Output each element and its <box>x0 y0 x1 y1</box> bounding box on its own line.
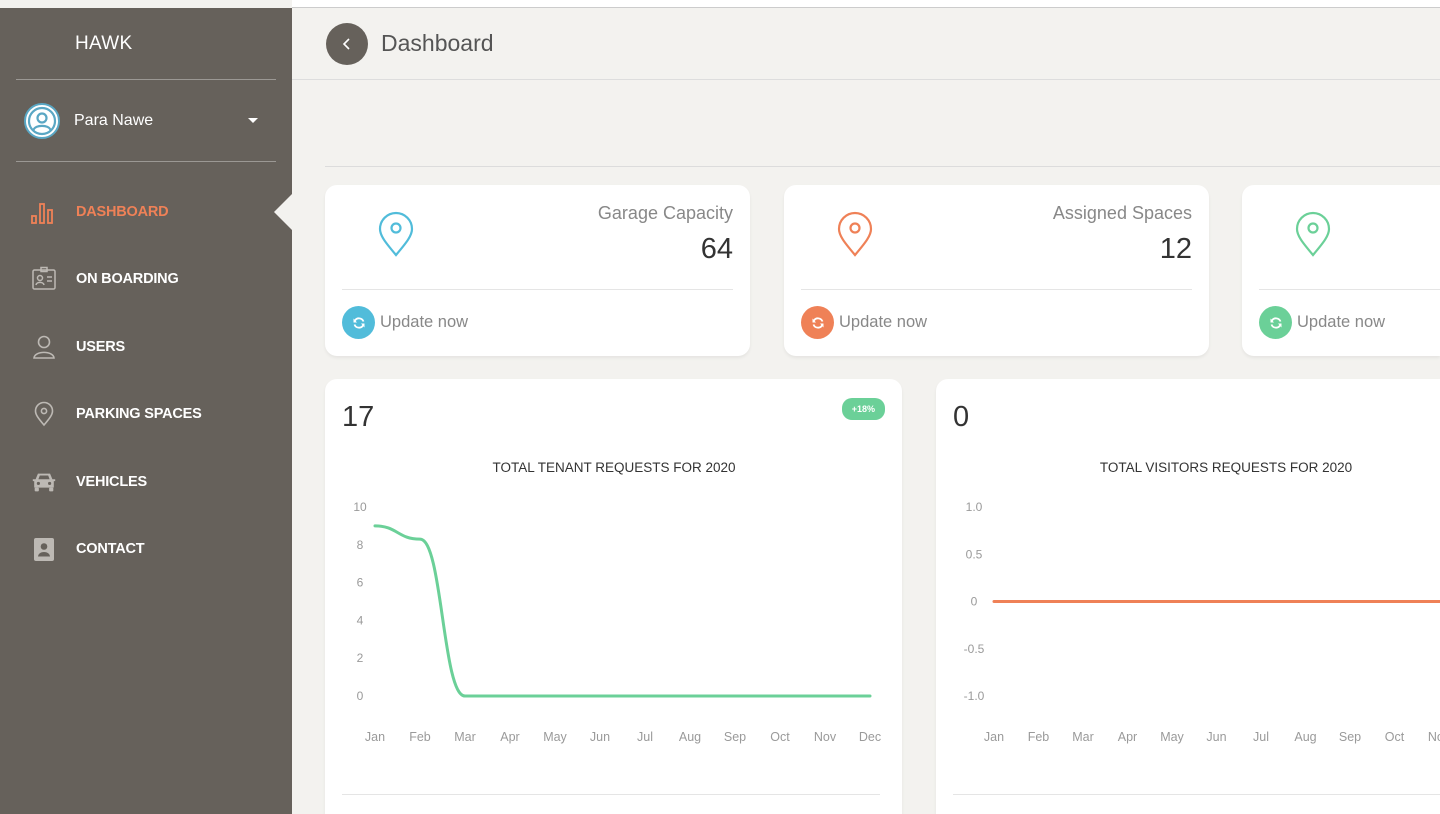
y-tick-label: 4 <box>357 613 364 627</box>
update-now-link[interactable]: Update now <box>1259 306 1385 339</box>
stat-divider <box>1259 289 1440 290</box>
x-tick-label: Feb <box>1028 730 1050 744</box>
chevron-down-icon[interactable] <box>248 118 258 123</box>
x-tick-label: Dec <box>859 730 881 744</box>
user-icon <box>30 333 58 361</box>
x-tick-label: Oct <box>1385 730 1405 744</box>
section-divider <box>325 166 1440 167</box>
user-menu[interactable]: Para Nawe <box>16 80 276 162</box>
y-tick-label: 0.5 <box>966 547 983 561</box>
y-tick-label: 0 <box>357 689 364 703</box>
id-badge-icon <box>30 265 58 293</box>
bar-chart-icon <box>30 198 58 226</box>
x-tick-label: May <box>543 730 567 744</box>
refresh-icon <box>1259 306 1292 339</box>
sidebar-item-label: USERS <box>76 338 125 355</box>
stat-divider <box>801 289 1192 290</box>
sidebar: HAWK Para Nawe DASHBOARD ON BOARDING USE… <box>0 8 292 814</box>
stat-value: 64 <box>700 233 733 265</box>
active-indicator <box>274 193 292 230</box>
x-tick-label: Jan <box>984 730 1004 744</box>
x-tick-label: Oct <box>770 730 790 744</box>
x-tick-label: Jul <box>1253 730 1269 744</box>
refresh-icon <box>342 306 375 339</box>
y-tick-label: -0.5 <box>964 642 985 656</box>
update-now-text: Update now <box>1297 313 1386 331</box>
sidebar-item-label: ON BOARDING <box>76 271 179 288</box>
map-pin-icon <box>378 211 414 257</box>
stat-label: Assigned Spaces <box>1052 203 1192 223</box>
x-tick-label: Jul <box>637 730 653 744</box>
x-tick-label: Mar <box>1072 730 1094 744</box>
sidebar-item-parking-spaces[interactable]: PARKING SPACES <box>0 381 292 449</box>
stat-divider <box>342 289 733 290</box>
x-tick-label: Nov <box>814 730 837 744</box>
avatar <box>24 102 60 139</box>
chart-footer-divider <box>953 794 1440 795</box>
x-tick-label: Feb <box>409 730 431 744</box>
sidebar-item-label: DASHBOARD <box>76 203 169 220</box>
y-tick-label: 2 <box>357 651 364 665</box>
y-tick-label: 0 <box>971 595 978 609</box>
window-top-strip <box>292 0 1440 8</box>
x-tick-label: Sep <box>1339 730 1361 744</box>
sidebar-item-on-boarding[interactable]: ON BOARDING <box>0 246 292 314</box>
update-now-text: Update now <box>839 313 928 331</box>
x-tick-label: Aug <box>1294 730 1316 744</box>
header-bar: Dashboard <box>292 8 1440 80</box>
y-tick-label: 8 <box>357 538 364 552</box>
tenant-requests-chart: TOTAL TENANT REQUESTS FOR 2020 10 8 6 4 2 0 Jan… <box>353 460 881 744</box>
update-now-link[interactable]: Update now <box>342 306 468 339</box>
sidebar-item-users[interactable]: USERS <box>0 313 292 381</box>
sidebar-item-vehicles[interactable]: VEHICLES <box>0 448 292 516</box>
x-tick-label: Jun <box>590 730 610 744</box>
x-tick-label: Mar <box>454 730 476 744</box>
stat-value: 12 <box>1159 233 1192 265</box>
user-avatar-icon <box>27 106 57 135</box>
sidebar-item-label: PARKING SPACES <box>76 406 202 423</box>
x-tick-label: Sep <box>724 730 746 744</box>
sidebar-item-contact[interactable]: CONTACT <box>0 516 292 584</box>
x-tick-label: Jan <box>365 730 385 744</box>
brand-logo[interactable]: HAWK <box>16 8 276 80</box>
back-button[interactable] <box>326 22 368 65</box>
x-tick-label: Aug <box>679 730 701 744</box>
stat-card-garage-capacity: Garage Capacity 64 Update now <box>325 185 750 356</box>
sidebar-item-dashboard[interactable]: DASHBOARD <box>0 178 292 246</box>
stat-card-assigned-spaces: Assigned Spaces 12 Update now <box>784 185 1209 356</box>
y-tick-label: -1.0 <box>964 689 985 703</box>
chart-title: TOTAL TENANT REQUESTS FOR 2020 <box>492 460 735 475</box>
x-tick-label: Apr <box>500 730 519 744</box>
car-icon <box>30 468 58 496</box>
map-pin-icon <box>1295 211 1331 257</box>
y-tick-label: 6 <box>357 576 364 590</box>
sidebar-item-label: VEHICLES <box>76 473 147 490</box>
y-tick-label: 10 <box>353 500 367 514</box>
sidebar-nav: DASHBOARD ON BOARDING USERS PARKING SPAC… <box>0 178 292 583</box>
series-line <box>373 524 872 698</box>
stat-card-third: Update now <box>1242 185 1440 356</box>
visitor-requests-chart: TOTAL VISITORS REQUESTS FOR 2020 1.0 0.5 0 -… <box>964 460 1440 744</box>
update-now-text: Update now <box>380 313 469 331</box>
page-title: Dashboard <box>381 30 494 56</box>
chart-footer-divider <box>342 794 880 795</box>
chart-title: TOTAL VISITORS REQUESTS FOR 2020 <box>1100 460 1352 475</box>
chevron-left-icon <box>342 37 350 50</box>
x-tick-label: Apr <box>1118 730 1137 744</box>
y-tick-label: 1.0 <box>966 500 983 514</box>
x-tick-label: May <box>1160 730 1184 744</box>
sidebar-item-label: CONTACT <box>76 541 145 558</box>
x-tick-label: Nov <box>1428 730 1440 744</box>
map-pin-icon <box>30 400 58 428</box>
refresh-icon <box>801 306 834 339</box>
chart-card-tenant-requests: 17 +18% TOTAL TENANT REQUESTS FOR 2020 10… <box>325 379 902 814</box>
user-name: Para Nawe <box>74 111 154 129</box>
update-now-link[interactable]: Update now <box>801 306 927 339</box>
chart-card-visitor-requests: 0 TOTAL VISITORS REQUESTS FOR 2020 1.0 0.5… <box>936 379 1440 814</box>
stat-label: Garage Capacity <box>597 203 733 223</box>
map-pin-icon <box>837 211 873 257</box>
x-tick-label: Jun <box>1206 730 1226 744</box>
contact-book-icon <box>30 535 58 563</box>
